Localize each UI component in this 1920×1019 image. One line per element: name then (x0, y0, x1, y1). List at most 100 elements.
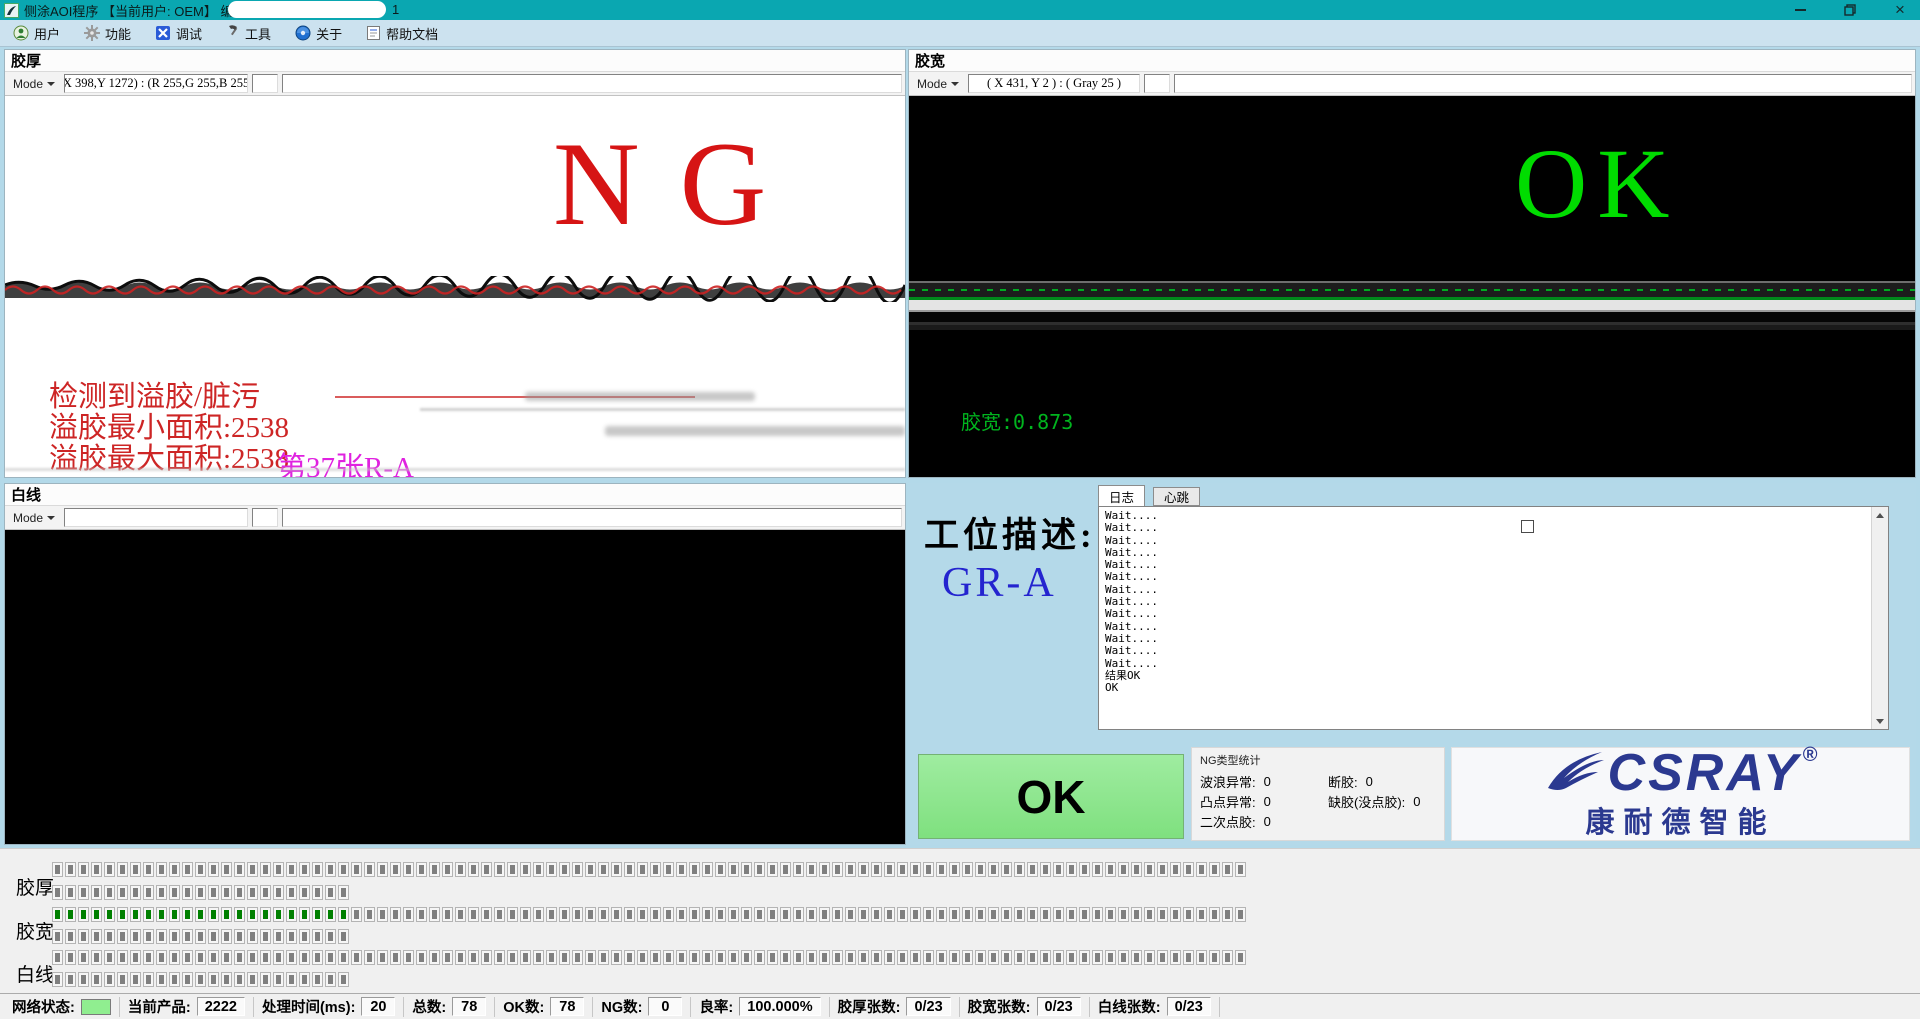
progress-square-empty (819, 862, 830, 877)
progress-square-empty (728, 907, 739, 922)
progress-square-empty (832, 950, 843, 965)
pixel-coords-readout[interactable] (64, 508, 248, 527)
wide-field[interactable] (1174, 74, 1912, 93)
log-scrollbar[interactable] (1871, 507, 1888, 729)
menu-item[interactable]: 调试 (146, 22, 211, 45)
log-output[interactable]: Wait....Wait....Wait....Wait....Wait....… (1098, 506, 1889, 730)
progress-square-empty (481, 950, 492, 965)
panel-title: 胶厚 (5, 50, 905, 72)
overall-result-ok-button[interactable]: OK (918, 754, 1184, 839)
pixel-coords-readout[interactable]: (X 398,Y 1272) : (R 255,G 255,B 255) (64, 74, 248, 93)
scroll-down-button[interactable] (1873, 713, 1888, 729)
progress-square-empty (169, 972, 180, 987)
status-value: 0/23 (906, 997, 950, 1016)
close-button[interactable]: × (1892, 2, 1908, 18)
wide-field[interactable] (282, 74, 902, 93)
progress-square-empty (1170, 950, 1181, 965)
progress-square-filled (247, 907, 258, 922)
progress-square-empty (286, 950, 297, 965)
progress-square-filled (182, 907, 193, 922)
mode-dropdown[interactable]: Mode (8, 508, 60, 527)
progress-square-empty (598, 907, 609, 922)
progress-square-empty (1053, 950, 1064, 965)
progress-square-empty (650, 950, 661, 965)
progress-square-empty (273, 885, 284, 900)
menu-item[interactable]: 功能 (75, 22, 140, 45)
progress-square-empty (312, 972, 323, 987)
small-field[interactable] (252, 508, 278, 527)
inspection-image-glue-thickness[interactable]: NG 检测到溢胶/脏污 溢胶最小面积:2538 溢胶最大面积:2538 第37张… (5, 96, 905, 477)
progress-square-empty (364, 907, 375, 922)
defect-line: 溢胶最小面积:2538 (49, 413, 289, 444)
progress-square-filled (52, 907, 63, 922)
progress-square-empty (494, 950, 505, 965)
progress-square-empty (442, 950, 453, 965)
progress-square-empty (546, 950, 557, 965)
progress-square-empty (572, 907, 583, 922)
progress-square-empty (312, 862, 323, 877)
chevron-down-icon (951, 82, 959, 86)
menu-bar: 用户功能调试工具关于帮助文档 (0, 20, 1920, 47)
progress-square-empty (286, 885, 297, 900)
stat-item (1328, 811, 1436, 831)
progress-square-empty (1170, 907, 1181, 922)
progress-square-empty (884, 907, 895, 922)
mode-dropdown[interactable]: Mode (8, 74, 60, 93)
progress-square-empty (962, 862, 973, 877)
tab-heartbeat[interactable]: 心跳 (1153, 487, 1200, 506)
progress-square-empty (741, 907, 752, 922)
progress-square-filled (195, 907, 206, 922)
inspection-image-white-line[interactable] (5, 530, 905, 844)
progress-square-empty (65, 862, 76, 877)
inspection-image-glue-width[interactable]: OK 胶宽:0.873 (909, 96, 1915, 477)
log-line: Wait.... (1105, 535, 1882, 547)
progress-square-empty (1131, 862, 1142, 877)
progress-square-empty (117, 929, 128, 944)
menu-item[interactable]: 关于 (286, 22, 351, 45)
progress-square-empty (247, 972, 258, 987)
wide-field[interactable] (282, 508, 902, 527)
result-ng-label: NG (553, 124, 806, 244)
progress-square-empty (1001, 862, 1012, 877)
progress-square-empty (754, 862, 765, 877)
menu-item[interactable]: 工具 (217, 22, 280, 45)
progress-square-filled (104, 907, 115, 922)
mode-dropdown[interactable]: Mode (912, 74, 964, 93)
progress-square-filled (221, 907, 232, 922)
progress-square-empty (1209, 907, 1220, 922)
progress-square-empty (325, 885, 336, 900)
status-item: OK数:78 (495, 997, 593, 1017)
log-line: Wait.... (1105, 596, 1882, 608)
progress-square-empty (416, 950, 427, 965)
scroll-up-button[interactable] (1873, 507, 1888, 523)
progress-square-empty (143, 862, 154, 877)
log-line: Wait.... (1105, 522, 1882, 534)
progress-square-empty (156, 950, 167, 965)
pixel-coords-readout[interactable]: ( X 431, Y 2 ) : ( Gray 25 ) (968, 74, 1140, 93)
progress-square-empty (1014, 950, 1025, 965)
menu-item[interactable]: 帮助文档 (357, 22, 447, 45)
progress-square-empty (91, 862, 102, 877)
tab-log[interactable]: 日志 (1098, 485, 1145, 506)
progress-square-empty (871, 907, 882, 922)
restore-button[interactable] (1842, 2, 1858, 18)
small-field[interactable] (252, 74, 278, 93)
menu-item[interactable]: 用户 (4, 22, 69, 45)
progress-square-filled (312, 907, 323, 922)
progress-square-empty (1222, 907, 1233, 922)
small-field[interactable] (1144, 74, 1170, 93)
progress-square-empty (715, 862, 726, 877)
progress-square-empty (598, 950, 609, 965)
progress-square-row (52, 885, 349, 900)
progress-square-empty (234, 950, 245, 965)
progress-square-empty (78, 950, 89, 965)
progress-square-empty (221, 950, 232, 965)
minimize-button[interactable] (1792, 2, 1808, 18)
progress-square-empty (1040, 950, 1051, 965)
progress-square-empty (468, 907, 479, 922)
progress-square-empty (338, 862, 349, 877)
progress-square-filled (156, 907, 167, 922)
progress-square-empty (572, 950, 583, 965)
progress-square-empty (468, 862, 479, 877)
log-checkbox[interactable] (1521, 520, 1534, 533)
